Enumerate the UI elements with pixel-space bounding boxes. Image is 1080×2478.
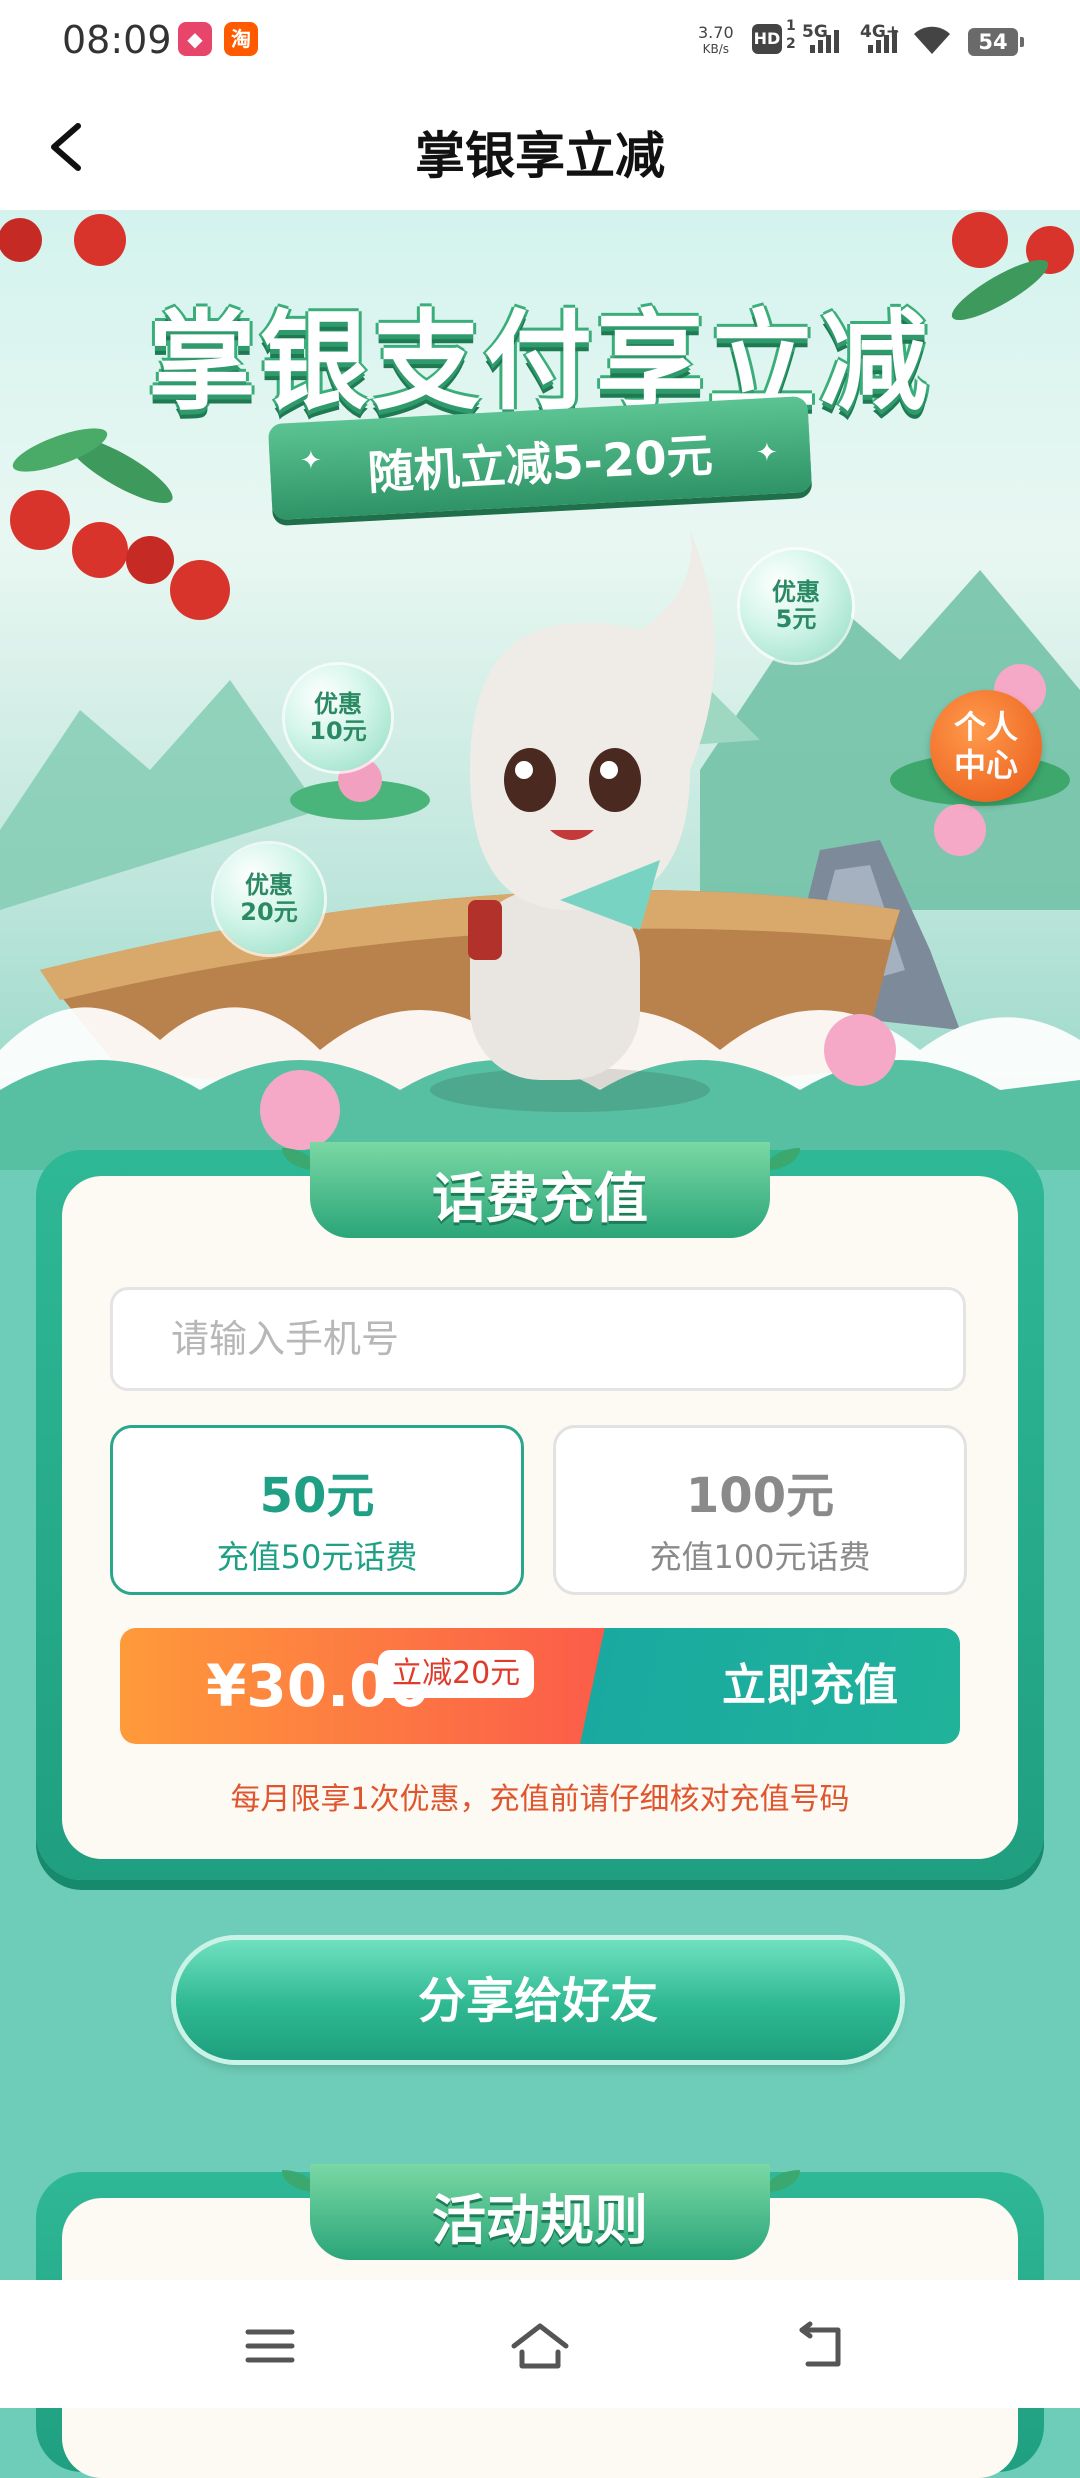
bubble-label: 优惠 <box>245 871 293 899</box>
net-speed: 3.70 KB/s <box>698 24 734 58</box>
sim1-label: 1 <box>786 18 796 34</box>
status-bar: 08:09 ◆ 淘 3.70 KB/s HD 1 2 5G 4G+ 54 <box>0 0 1080 84</box>
personal-center-label-1: 个人 <box>953 708 1018 746</box>
option-amount: 50元 <box>259 1468 375 1524</box>
banner-headline: 掌银支付享立减 <box>147 300 932 425</box>
back-icon[interactable] <box>790 2316 854 2376</box>
page-title: 掌银享立减 <box>415 127 665 185</box>
hd-volte-icon: HD <box>752 24 782 54</box>
option-desc: 充值100元话费 <box>649 1538 871 1576</box>
home-icon[interactable] <box>508 2316 572 2376</box>
menu-icon[interactable] <box>238 2316 302 2376</box>
option-amount: 100元 <box>685 1468 835 1524</box>
sim2-label: 2 <box>786 36 796 52</box>
discount-tag: 立减20元 <box>378 1650 535 1698</box>
option-desc: 充值50元话费 <box>216 1538 418 1576</box>
option-100[interactable]: 100元 充值100元话费 <box>553 1425 967 1595</box>
nav-bar: 掌银享立减 <box>0 84 1080 210</box>
status-time: 08:09 <box>62 18 172 62</box>
bubble-value: 10元 <box>309 717 367 745</box>
recharge-now-button[interactable]: 立即充值 <box>660 1628 960 1744</box>
net-speed-unit: KB/s <box>702 42 730 56</box>
bubble-label: 优惠 <box>314 690 362 718</box>
bubble-label: 优惠 <box>772 578 820 606</box>
option-50[interactable]: 50元 充值50元话费 <box>110 1425 524 1595</box>
share-to-friends-button[interactable]: 分享给好友 <box>176 1940 900 2060</box>
discount-bubble-10: 优惠 10元 <box>285 665 391 771</box>
personal-center-label-2: 中心 <box>953 746 1018 784</box>
bubble-value: 5元 <box>775 605 817 633</box>
discount-bubble-20: 优惠 20元 <box>214 844 324 954</box>
sparkle-icon: ✦ <box>756 438 778 468</box>
taobao-app-icon: 淘 <box>224 22 258 56</box>
recharge-notice: 每月限享1次优惠，充值前请仔细核对充值号码 <box>230 1782 850 1817</box>
bubble-value: 20元 <box>240 898 298 926</box>
rules-section-title: 活动规则 <box>432 2189 648 2252</box>
personal-center-button[interactable]: 个人 中心 <box>930 690 1042 802</box>
sparkle-icon: ✦ <box>300 446 322 476</box>
recharge-section-header: 话费充值 <box>310 1142 770 1238</box>
battery-icon: 54 <box>968 28 1024 56</box>
signal-icon-2 <box>868 30 897 53</box>
notification-app-icon: ◆ <box>178 22 212 56</box>
rules-section-header: 活动规则 <box>310 2164 770 2260</box>
discount-bubble-5: 优惠 5元 <box>740 550 852 662</box>
recharge-section-title: 话费充值 <box>432 1167 648 1230</box>
signal-icon <box>810 30 839 53</box>
net-speed-value: 3.70 <box>698 23 734 42</box>
system-nav-bar <box>0 2280 1080 2408</box>
wifi-icon <box>914 26 950 54</box>
promo-banner: 掌银支付享立减 随机立减5-20元 ✦ ✦ 优惠 5元 优惠 10元 优惠 20… <box>0 210 1080 1170</box>
pay-bar: ¥30.00 立减20元 立即充值 <box>120 1628 960 1744</box>
phone-number-input[interactable] <box>110 1287 966 1391</box>
